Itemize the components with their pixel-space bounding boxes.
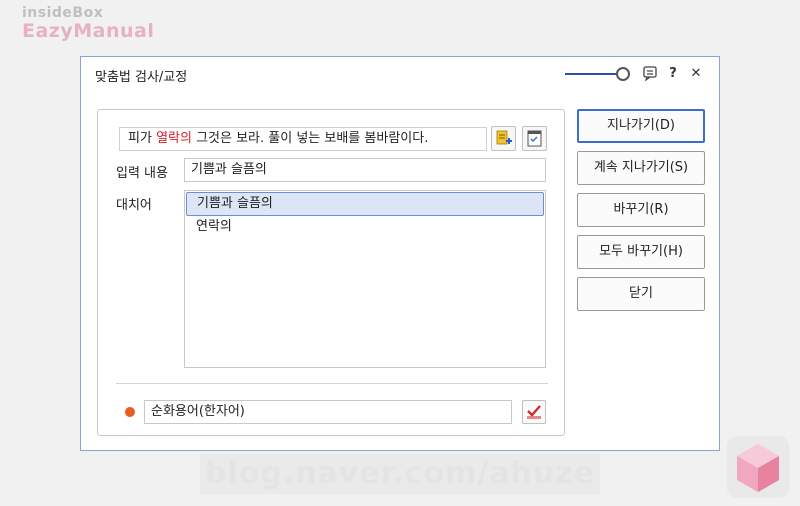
sentence-after: 그것은 보라. 풀이 넣는 보배를 봄바람이다. xyxy=(191,131,429,146)
sentence-preview: 피가 열락의 그것은 보라. 풀이 넣는 보배를 봄바람이다. xyxy=(119,127,487,151)
watermark-line2: EazyManual xyxy=(22,20,155,42)
check-panel: 피가 열락의 그것은 보라. 풀이 넣는 보배를 봄바람이다. 입력 내용 기쁨… xyxy=(97,109,565,436)
skip-button[interactable]: 지나가기(D) xyxy=(577,109,705,143)
skip-all-button[interactable]: 계속 지나가기(S) xyxy=(577,151,705,185)
correction-check-button[interactable] xyxy=(522,400,546,424)
sentence-error-word: 열락의 xyxy=(156,131,192,146)
input-content-field[interactable]: 기쁨과 슬픔의 xyxy=(184,158,546,182)
watermark-logo: insideBox EazyManual xyxy=(22,6,154,41)
status-dot-icon xyxy=(125,407,135,417)
title-bar: 맞춤법 검사/교정 ? ✕ xyxy=(81,57,719,91)
spell-check-dialog: 맞춤법 검사/교정 ? ✕ 피가 열락의 그것은 보라. 풀이 넣는 보배를 봄… xyxy=(80,56,720,451)
alternatives-label: 대치어 xyxy=(116,198,152,213)
list-item[interactable]: 기쁨과 슬픔의 xyxy=(186,192,544,216)
divider xyxy=(116,383,548,384)
replace-button[interactable]: 바꾸기(R) xyxy=(577,193,705,227)
watermark-url: blog.naver.com/ahuze xyxy=(200,454,600,494)
close-button[interactable]: 닫기 xyxy=(577,277,705,311)
list-item[interactable]: 연락의 xyxy=(186,216,544,240)
chat-icon[interactable] xyxy=(641,65,659,83)
transparency-slider-track[interactable] xyxy=(565,73,621,75)
replace-all-button[interactable]: 모두 바꾸기(H) xyxy=(577,235,705,269)
help-icon[interactable]: ? xyxy=(664,65,682,83)
red-check-icon xyxy=(527,405,541,419)
input-label: 입력 내용 xyxy=(116,166,168,181)
check-options-button[interactable] xyxy=(522,126,547,151)
watermark-line1: insideBox xyxy=(22,5,104,21)
transparency-slider-handle[interactable] xyxy=(616,67,630,81)
checklist-icon xyxy=(527,130,542,147)
suggestion-type-field: 순화용어(한자어) xyxy=(144,400,512,424)
sentence-before: 피가 xyxy=(128,131,157,146)
alternatives-list[interactable]: 기쁨과 슬픔의 연락의 xyxy=(184,190,546,368)
cube-logo-icon xyxy=(727,436,789,498)
close-icon[interactable]: ✕ xyxy=(687,65,705,83)
add-dictionary-icon xyxy=(496,130,512,145)
add-dictionary-button[interactable] xyxy=(491,126,516,151)
dialog-title: 맞춤법 검사/교정 xyxy=(95,70,188,85)
